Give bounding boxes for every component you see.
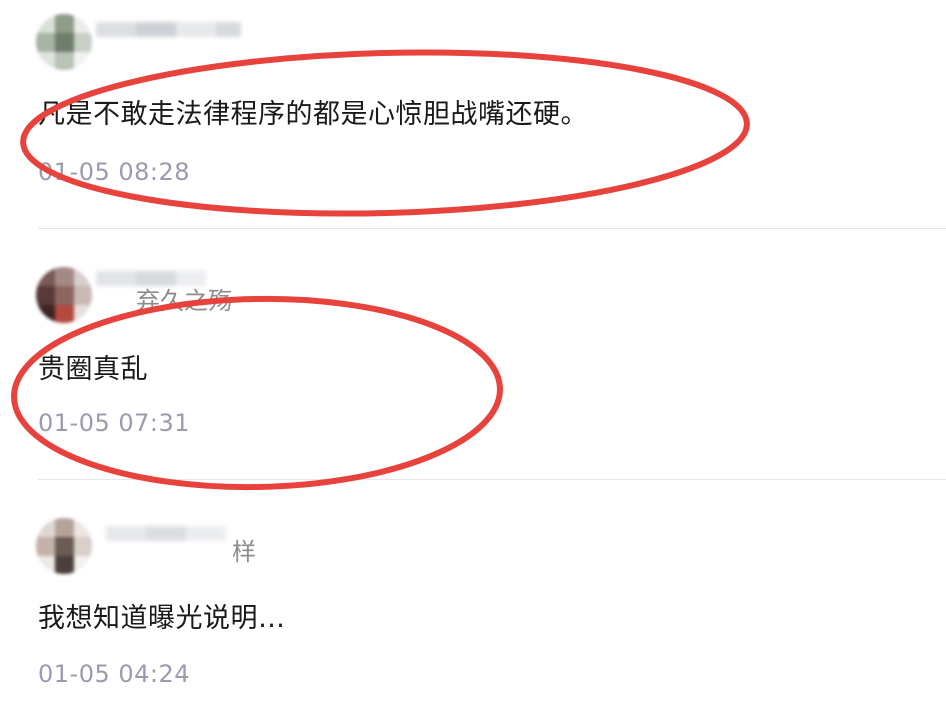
username-blurred: [96, 522, 246, 552]
avatar[interactable]: [36, 14, 92, 70]
comment-time: 01-05 04:24: [38, 660, 191, 688]
username[interactable]: 弃久之殇: [136, 281, 232, 316]
avatar[interactable]: [36, 518, 92, 574]
comment-item: 凡是不敢走法律程序的都是心惊胆战嘴还硬。 01-05 08:28: [0, 0, 946, 228]
comment-text: 凡是不敢走法律程序的都是心惊胆战嘴还硬。: [38, 99, 588, 130]
username-blurred: [96, 18, 246, 48]
comment-text: 贵圈真乱: [38, 354, 148, 385]
comment-list: 凡是不敢走法律程序的都是心惊胆战嘴还硬。 01-05 08:28 弃久之殇 贵圈…: [0, 0, 946, 718]
comment-time: 01-05 08:28: [38, 158, 191, 186]
comment-item: 样 我想知道曝光说明… 01-05 04:24: [0, 480, 946, 718]
comment-header: [36, 14, 256, 70]
comment-time: 01-05 07:31: [38, 409, 191, 437]
comment-header: 样: [36, 518, 256, 574]
comment-text: 我想知道曝光说明…: [38, 603, 286, 634]
comment-header: 弃久之殇: [36, 267, 256, 323]
avatar[interactable]: [36, 267, 92, 323]
comment-item: 弃久之殇 贵圈真乱 01-05 07:31: [0, 229, 946, 479]
username[interactable]: 样: [232, 532, 256, 567]
